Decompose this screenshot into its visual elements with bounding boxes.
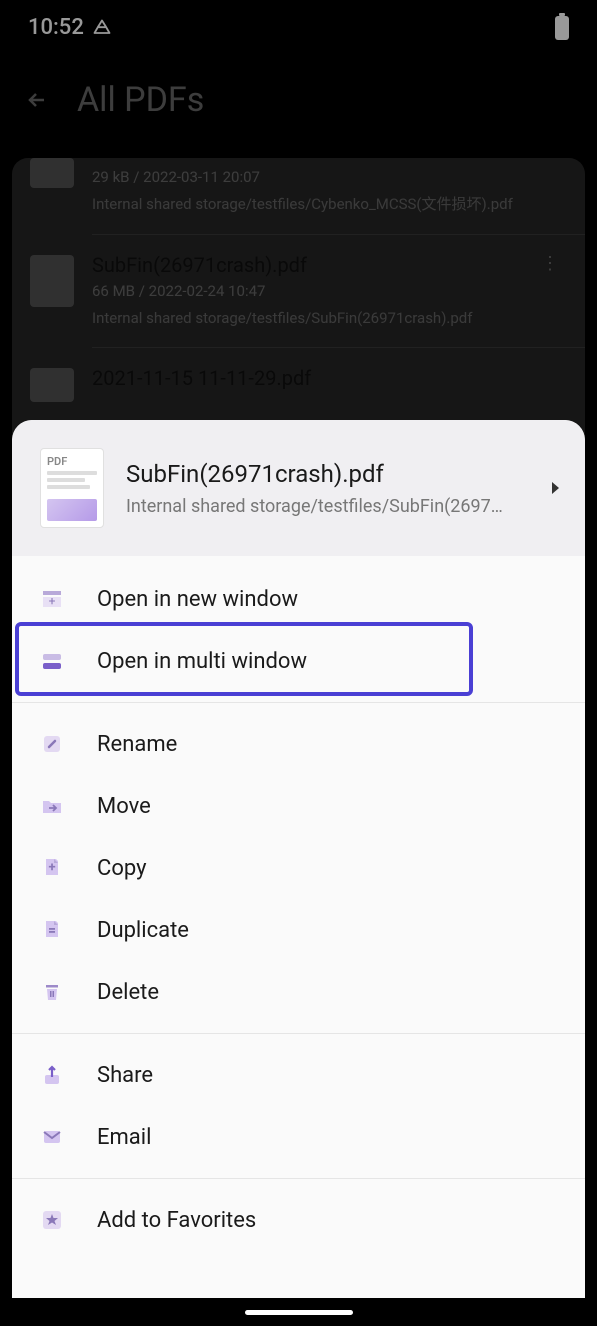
svg-text:+: + — [48, 860, 55, 875]
pdf-file-icon: PDF — [40, 448, 104, 528]
menu-label: Open in new window — [97, 587, 298, 612]
delete-item[interactable]: Delete — [12, 961, 585, 1023]
copy-icon: + — [37, 853, 67, 883]
share-icon — [37, 1060, 67, 1090]
sheet-file-path: Internal shared storage/testfiles/SubFin… — [126, 496, 527, 517]
menu-label: Add to Favorites — [97, 1208, 256, 1233]
sheet-header[interactable]: PDF SubFin(26971crash).pdf Internal shar… — [12, 420, 585, 556]
open-new-window-item[interactable]: + Open in new window — [12, 568, 585, 630]
open-multi-window-item[interactable]: Open in multi window — [12, 630, 585, 692]
svg-text:+: + — [49, 594, 56, 608]
menu-label: Email — [97, 1125, 151, 1150]
menu-label: Move — [97, 794, 151, 819]
move-item[interactable]: Move — [12, 775, 585, 837]
navigation-bar — [0, 1298, 597, 1326]
duplicate-item[interactable]: Duplicate — [12, 899, 585, 961]
delete-icon — [37, 977, 67, 1007]
email-item[interactable]: Email — [12, 1106, 585, 1168]
menu-label: Delete — [97, 980, 159, 1005]
menu-label: Duplicate — [97, 918, 189, 943]
multi-window-icon — [37, 646, 67, 676]
context-menu-sheet: PDF SubFin(26971crash).pdf Internal shar… — [12, 420, 585, 1298]
new-window-icon: + — [37, 584, 67, 614]
chevron-right-icon — [549, 480, 561, 496]
add-favorites-item[interactable]: Add to Favorites — [12, 1189, 585, 1251]
copy-item[interactable]: + Copy — [12, 837, 585, 899]
move-icon — [37, 791, 67, 821]
sheet-file-title: SubFin(26971crash).pdf — [126, 460, 527, 488]
menu-label: Share — [97, 1063, 153, 1088]
menu-label: Open in multi window — [97, 649, 307, 674]
email-icon — [37, 1122, 67, 1152]
home-indicator[interactable] — [245, 1310, 353, 1315]
rename-icon — [37, 729, 67, 759]
rename-item[interactable]: Rename — [12, 713, 585, 775]
star-icon — [37, 1205, 67, 1235]
menu-label: Copy — [97, 856, 147, 881]
duplicate-icon — [37, 915, 67, 945]
share-item[interactable]: Share — [12, 1044, 585, 1106]
menu-label: Rename — [97, 732, 177, 757]
